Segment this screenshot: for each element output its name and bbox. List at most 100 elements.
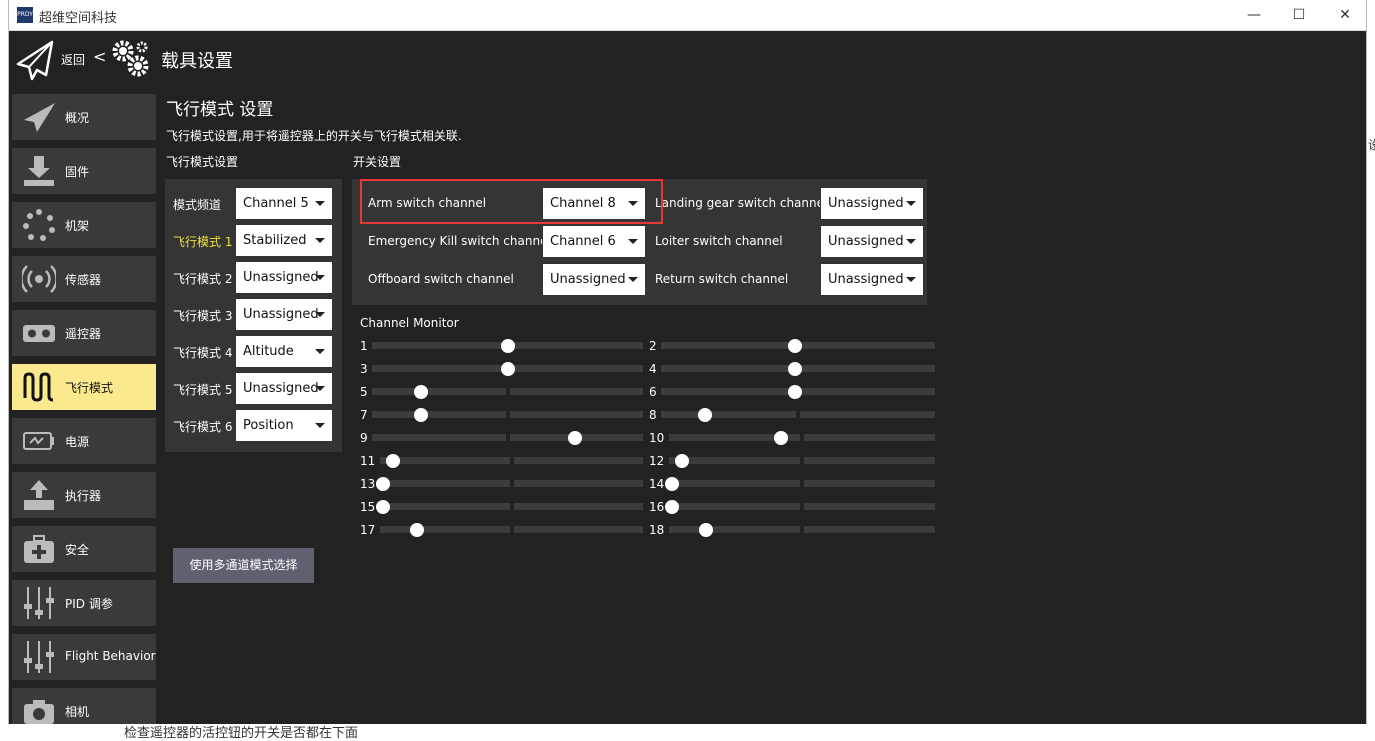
- kill-switch-select[interactable]: Channel 6: [542, 225, 646, 258]
- sidebar-item-pid-tuning[interactable]: PID 调参: [12, 580, 156, 626]
- sidebar-item-summary[interactable]: 概况: [12, 94, 156, 140]
- radio-waves-icon: [22, 265, 56, 293]
- flight-mode-6-select[interactable]: Position: [235, 409, 333, 442]
- offboard-switch-select[interactable]: Unassigned: [542, 263, 646, 296]
- channel-number: 2: [649, 339, 657, 353]
- channel-indicator: [664, 477, 679, 491]
- chevron-down-icon: [315, 423, 325, 428]
- sidebar-item-label: 遥控器: [65, 327, 102, 341]
- channel-track: [372, 411, 506, 418]
- channel-track: [372, 388, 506, 395]
- remote-control-icon: [23, 325, 55, 342]
- back-button[interactable]: 返回: [61, 51, 85, 68]
- channel-number: 5: [360, 385, 368, 399]
- channel-number: 11: [360, 454, 376, 468]
- mode-channel-label: 模式频道: [173, 198, 222, 212]
- section-description: 飞行模式设置,用于将遥控器上的开关与飞行模式相关联.: [166, 129, 462, 143]
- channel-track: [661, 411, 796, 418]
- channel-track: [372, 342, 506, 349]
- chevron-down-icon: [315, 386, 325, 391]
- return-switch-select[interactable]: Unassigned: [820, 263, 924, 296]
- airframe-dots-icon: [23, 209, 55, 241]
- app-window: PRDY 超维空间科技 — ☐ ✕ 返回 < 载具设置 概况 固件 机架 传感器…: [8, 0, 1367, 724]
- sidebar-item-firmware[interactable]: 固件: [12, 148, 156, 194]
- channel-number: 13: [360, 477, 376, 491]
- sidebar-item-label: 电源: [65, 435, 90, 449]
- chevron-down-icon: [315, 201, 325, 206]
- channel-indicator: [375, 477, 390, 491]
- multi-channel-mode-button[interactable]: 使用多通道模式选择: [173, 548, 314, 583]
- sliders-icon: [24, 587, 54, 619]
- sidebar-item-airframe[interactable]: 机架: [12, 202, 156, 248]
- breadcrumb-separator: <: [93, 47, 107, 66]
- channel-indicator: [699, 523, 714, 537]
- flight-mode-6-label: 飞行模式 6: [173, 420, 233, 434]
- sidebar-item-safety[interactable]: 安全: [12, 526, 156, 572]
- minimize-button[interactable]: —: [1239, 4, 1269, 26]
- sidebar-item-camera[interactable]: 相机: [12, 688, 156, 724]
- paper-plane-icon[interactable]: [15, 39, 55, 81]
- channel-track: [510, 365, 643, 372]
- section-title: 飞行模式 设置: [166, 100, 274, 120]
- page-title: 载具设置: [161, 51, 233, 72]
- channel-track: [804, 480, 935, 487]
- sidebar-item-radio[interactable]: 遥控器: [12, 310, 156, 356]
- channel-track: [804, 434, 935, 441]
- flight-mode-5-select[interactable]: Unassigned: [235, 372, 333, 405]
- sidebar: 概况 固件 机架 传感器 遥控器 飞行模式 电源 执行器 安全 PID 调参 F…: [9, 89, 160, 724]
- channel-indicator: [697, 408, 712, 422]
- channel-monitor-title: Channel Monitor: [360, 316, 459, 330]
- channel-number: 8: [649, 408, 657, 422]
- sidebar-item-power[interactable]: 电源: [12, 418, 156, 464]
- chevron-down-icon: [315, 312, 325, 317]
- sidebar-item-label: 固件: [65, 165, 90, 179]
- channel-track: [380, 480, 510, 487]
- sidebar-item-label: 飞行模式: [65, 381, 114, 395]
- mode-channel-select[interactable]: Channel 5: [235, 187, 333, 220]
- flight-mode-wave-icon: [23, 372, 54, 402]
- sidebar-item-flight-behavior[interactable]: Flight Behavior: [12, 634, 156, 680]
- sidebar-item-label: 相机: [65, 705, 90, 719]
- flight-mode-2-label: 飞行模式 2: [173, 272, 233, 286]
- flight-mode-2-select[interactable]: Unassigned: [235, 261, 333, 294]
- sidebar-item-label: PID 调参: [65, 597, 113, 611]
- sidebar-item-sensors[interactable]: 传感器: [12, 256, 156, 302]
- flight-mode-4-label: 飞行模式 4: [173, 346, 233, 360]
- channel-indicator: [788, 385, 803, 399]
- flight-mode-panel: 模式频道 Channel 5 飞行模式 1 Stabilized 飞行模式 2 …: [165, 179, 342, 452]
- first-aid-icon: [24, 535, 54, 563]
- kill-switch-label: Emergency Kill switch channel: [368, 234, 551, 248]
- paper-plane-icon: [24, 103, 55, 132]
- channel-number: 6: [649, 385, 657, 399]
- flight-mode-3-select[interactable]: Unassigned: [235, 298, 333, 331]
- channel-indicator: [788, 339, 803, 353]
- channel-track: [510, 411, 643, 418]
- channel-indicator: [386, 454, 401, 468]
- channel-track: [800, 388, 935, 395]
- actuator-icon: [24, 480, 54, 510]
- sidebar-item-flight-modes[interactable]: 飞行模式: [12, 364, 156, 410]
- channel-track: [804, 457, 935, 464]
- sidebar-item-actuators[interactable]: 执行器: [12, 472, 156, 518]
- chevron-down-icon: [315, 238, 325, 243]
- close-button[interactable]: ✕: [1330, 4, 1360, 26]
- main-content: 飞行模式 设置 飞行模式设置,用于将遥控器上的开关与飞行模式相关联. 飞行模式设…: [160, 89, 1366, 724]
- channel-track: [380, 503, 510, 510]
- return-switch-label: Return switch channel: [655, 272, 789, 286]
- channel-track: [372, 365, 506, 372]
- channel-track: [669, 503, 800, 510]
- mode-settings-label: 飞行模式设置: [166, 155, 239, 169]
- flight-mode-1-select[interactable]: Stabilized: [235, 224, 333, 257]
- channel-track: [800, 411, 935, 418]
- highlight-annotation: [360, 179, 663, 224]
- loiter-switch-select[interactable]: Unassigned: [820, 225, 924, 258]
- loiter-switch-label: Loiter switch channel: [655, 234, 783, 248]
- background-document-text: 设: [1368, 138, 1375, 152]
- flight-mode-4-select[interactable]: Altitude: [235, 335, 333, 368]
- channel-indicator: [409, 523, 424, 537]
- channel-track: [661, 365, 796, 372]
- landing-gear-switch-select[interactable]: Unassigned: [820, 187, 924, 220]
- title-bar: PRDY 超维空间科技 — ☐ ✕: [9, 0, 1366, 31]
- channel-indicator: [500, 339, 515, 353]
- maximize-button[interactable]: ☐: [1284, 4, 1314, 26]
